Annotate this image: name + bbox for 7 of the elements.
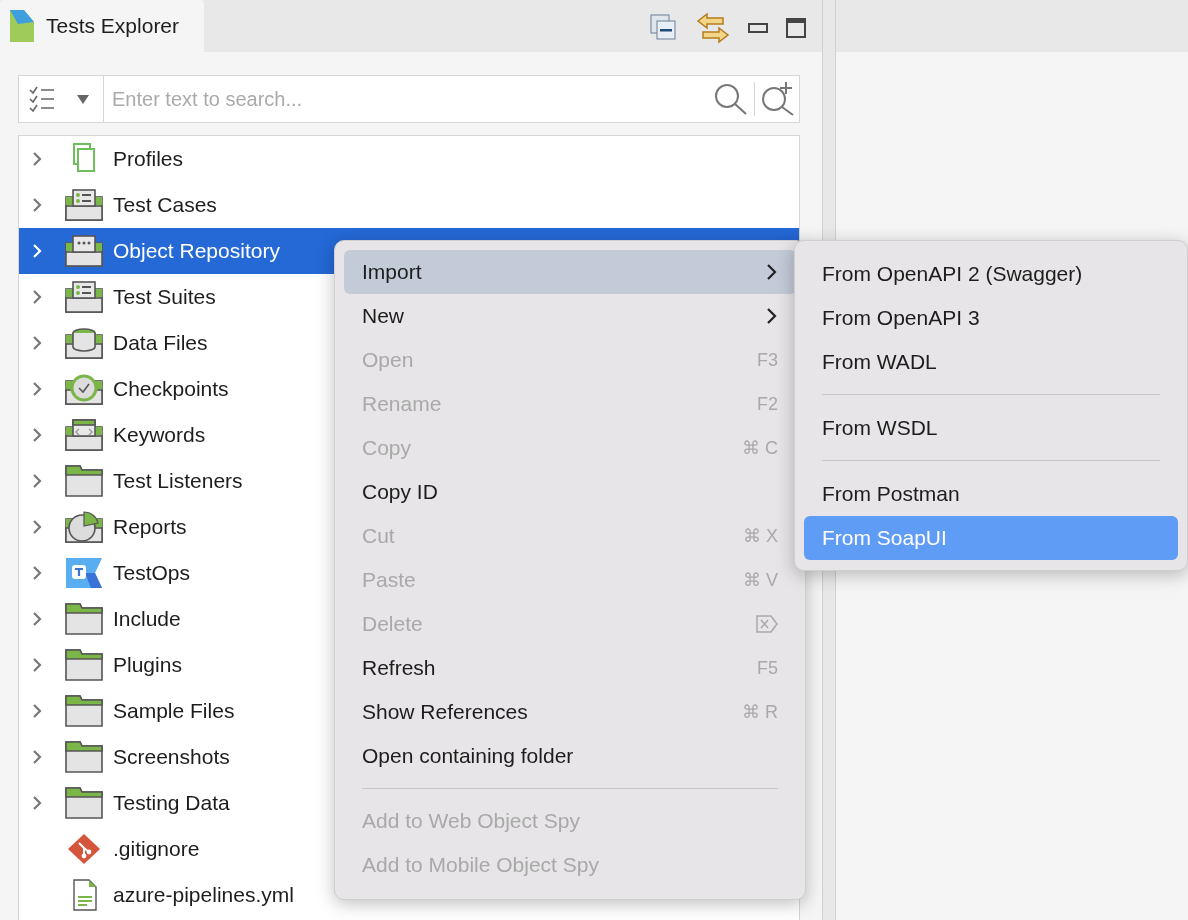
shortcut: ⌘ V [743, 569, 778, 591]
shortcut: ⌘ R [742, 701, 778, 723]
shortcut: ⌘ X [743, 525, 778, 547]
shortcut: F2 [757, 393, 778, 415]
shortcut: F5 [757, 657, 778, 679]
shortcut: ⌘ C [742, 437, 778, 459]
shortcut: F3 [757, 349, 778, 371]
